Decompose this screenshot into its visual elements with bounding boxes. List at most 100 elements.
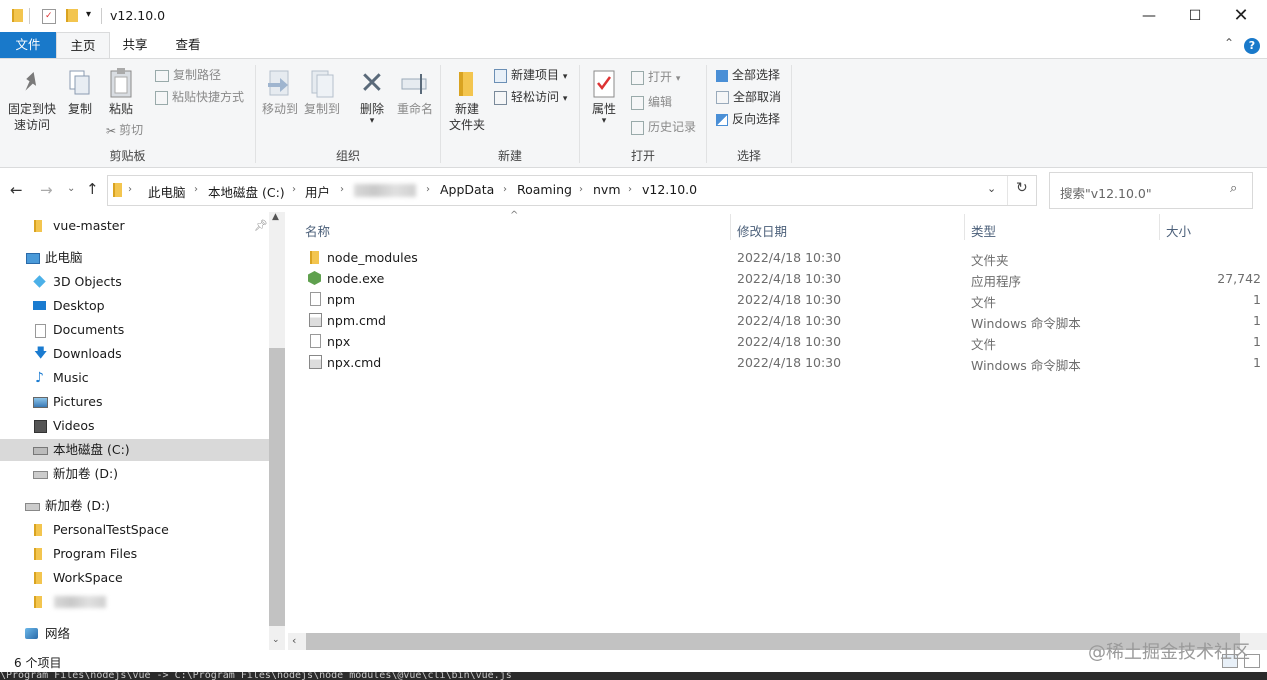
breadcrumb-nvm[interactable]: nvm: [593, 182, 621, 197]
column-divider[interactable]: [730, 214, 731, 240]
drive-icon: [33, 471, 48, 479]
file-row[interactable]: node_modules 2022/4/18 10:30 文件夹: [300, 247, 1267, 268]
nav-item-local-disk-c[interactable]: 本地磁盘 (C:): [0, 439, 269, 461]
scroll-left-icon[interactable]: ‹: [292, 634, 296, 647]
column-header-date[interactable]: 修改日期: [737, 221, 787, 240]
pin-quick-access-button[interactable]: 固定到快 速访问: [4, 71, 60, 133]
nav-item-3d-objects[interactable]: 3D Objects: [0, 271, 269, 293]
redacted-username[interactable]: [354, 184, 416, 197]
properties-button[interactable]: 属性 ▾: [586, 69, 622, 126]
nav-item-videos[interactable]: Videos: [0, 415, 269, 437]
nav-item-this-pc[interactable]: 此电脑: [0, 247, 269, 269]
download-arrow-icon: 🡇︎: [34, 346, 48, 361]
column-divider[interactable]: [1159, 214, 1160, 240]
breadcrumb-users[interactable]: 用户: [305, 182, 330, 201]
new-folder-quick-icon[interactable]: [66, 9, 78, 22]
nav-item-vue-master[interactable]: vue-master 📌︎: [0, 215, 269, 237]
address-bar[interactable]: › 此电脑 › 本地磁盘 (C:) › 用户 › › AppData › Roa…: [107, 175, 1037, 206]
properties-quick-icon[interactable]: ✓: [42, 9, 56, 24]
delete-button[interactable]: ✕ 删除 ▾: [352, 69, 392, 126]
back-arrow-icon[interactable]: ←: [10, 181, 23, 199]
nav-item-redacted[interactable]: [0, 591, 269, 613]
new-folder-button[interactable]: 新建 文件夹: [446, 69, 488, 133]
properties-label: 属性: [591, 102, 616, 116]
breadcrumb-appdata[interactable]: AppData: [440, 182, 494, 197]
nav-item-program-files[interactable]: Program Files: [0, 543, 269, 565]
nav-item-pictures[interactable]: Pictures: [0, 391, 269, 413]
nav-item-documents[interactable]: Documents: [0, 319, 269, 341]
scroll-down-icon[interactable]: ⌄: [272, 635, 280, 645]
nav-item-workspace[interactable]: WorkSpace: [0, 567, 269, 589]
search-icon[interactable]: ⌕: [1230, 181, 1237, 196]
nav-item-new-volume-d[interactable]: 新加卷 (D:): [0, 463, 269, 485]
copy-to-button[interactable]: 复制到: [301, 69, 343, 117]
nav-item-desktop[interactable]: Desktop: [0, 295, 269, 317]
open-label: 打开: [648, 70, 673, 84]
nav-item-new-volume-d-root[interactable]: 新加卷 (D:): [0, 495, 269, 517]
nav-item-personaltestspace[interactable]: PersonalTestSpace: [0, 519, 269, 541]
copy-to-icon: [301, 69, 343, 101]
collapse-ribbon-icon[interactable]: ⌃: [1224, 36, 1234, 50]
rename-button[interactable]: 重命名: [394, 69, 436, 117]
paste-shortcut-button[interactable]: 粘贴快捷方式: [155, 89, 244, 105]
nav-scrollbar-thumb[interactable]: [269, 348, 285, 626]
file-row[interactable]: npx 2022/4/18 10:30 文件 1: [300, 331, 1267, 352]
invert-selection-button[interactable]: 反向选择: [716, 111, 780, 127]
breadcrumb-local-disk[interactable]: 本地磁盘 (C:): [208, 182, 285, 201]
nav-item-network[interactable]: 网络: [0, 623, 269, 645]
breadcrumb-roaming[interactable]: Roaming: [517, 182, 572, 197]
tab-home[interactable]: 主页: [56, 32, 110, 59]
file-row[interactable]: npm.cmd 2022/4/18 10:30 Windows 命令脚本 1: [300, 310, 1267, 331]
nav-item-label: 本地磁盘 (C:): [53, 442, 130, 457]
copy-path-button[interactable]: 复制路径: [155, 67, 221, 83]
customize-quick-access-icon[interactable]: ▾: [86, 9, 91, 20]
column-header-type[interactable]: 类型: [971, 221, 996, 240]
pin-icon[interactable]: 📌︎: [254, 215, 268, 237]
nav-item-label: 此电脑: [45, 250, 83, 265]
refresh-icon[interactable]: ↻: [1016, 180, 1028, 196]
file-row[interactable]: npm 2022/4/18 10:30 文件 1: [300, 289, 1267, 310]
minimize-button[interactable]: —: [1126, 0, 1172, 32]
invert-selection-label: 反向选择: [732, 112, 781, 126]
forward-arrow-icon[interactable]: →: [40, 181, 53, 199]
up-arrow-icon[interactable]: ↑: [86, 180, 99, 198]
tab-file[interactable]: 文件: [0, 32, 56, 58]
file-row[interactable]: npx.cmd 2022/4/18 10:30 Windows 命令脚本 1: [300, 352, 1267, 373]
breadcrumb-this-pc[interactable]: 此电脑: [148, 182, 186, 201]
history-button[interactable]: 历史记录: [631, 119, 696, 135]
recent-locations-icon[interactable]: ⌄: [67, 183, 75, 194]
delete-dropdown-icon[interactable]: ▾: [352, 117, 392, 126]
tab-share[interactable]: 共享: [110, 32, 160, 58]
edit-button[interactable]: 编辑: [631, 94, 672, 110]
nav-item-downloads[interactable]: 🡇︎ Downloads: [0, 343, 269, 365]
column-divider[interactable]: [964, 214, 965, 240]
cut-button[interactable]: ✂ 剪切: [106, 122, 143, 139]
scroll-up-icon[interactable]: ▲: [272, 212, 279, 222]
sort-ascending-icon: ^: [510, 210, 519, 221]
select-all-button[interactable]: 全部选择: [716, 67, 780, 83]
easy-access-button[interactable]: 轻松访问 ▾: [494, 89, 567, 107]
new-item-button[interactable]: 新建项目 ▾: [494, 67, 567, 85]
edit-label: 编辑: [648, 95, 673, 109]
file-name: node_modules: [327, 250, 418, 265]
select-none-button[interactable]: 全部取消: [716, 89, 781, 105]
help-icon[interactable]: ?: [1244, 38, 1260, 54]
file-date: 2022/4/18 10:30: [737, 355, 842, 370]
music-note-icon: ♪: [35, 370, 44, 386]
nav-item-music[interactable]: ♪ Music: [0, 367, 269, 389]
close-button[interactable]: ✕: [1218, 0, 1264, 32]
move-to-button[interactable]: 移动到: [259, 69, 301, 117]
address-dropdown-icon[interactable]: ⌄: [987, 182, 996, 195]
column-header-name[interactable]: 名称: [305, 221, 330, 240]
breadcrumb-version[interactable]: v12.10.0: [642, 182, 697, 197]
tab-view[interactable]: 查看: [162, 32, 214, 58]
search-box[interactable]: 搜索"v12.10.0" ⌕: [1049, 172, 1253, 209]
file-row[interactable]: node.exe 2022/4/18 10:30 应用程序 27,742: [300, 268, 1267, 289]
column-header-size[interactable]: 大小: [1166, 221, 1191, 240]
paste-button[interactable]: 粘贴: [102, 67, 140, 117]
properties-dropdown-icon[interactable]: ▾: [586, 117, 622, 126]
copy-button[interactable]: 复制: [62, 69, 98, 117]
new-item-dropdown-icon: ▾: [562, 72, 568, 82]
maximize-button[interactable]: ☐: [1172, 0, 1218, 32]
open-button[interactable]: 打开 ▾: [631, 69, 680, 87]
